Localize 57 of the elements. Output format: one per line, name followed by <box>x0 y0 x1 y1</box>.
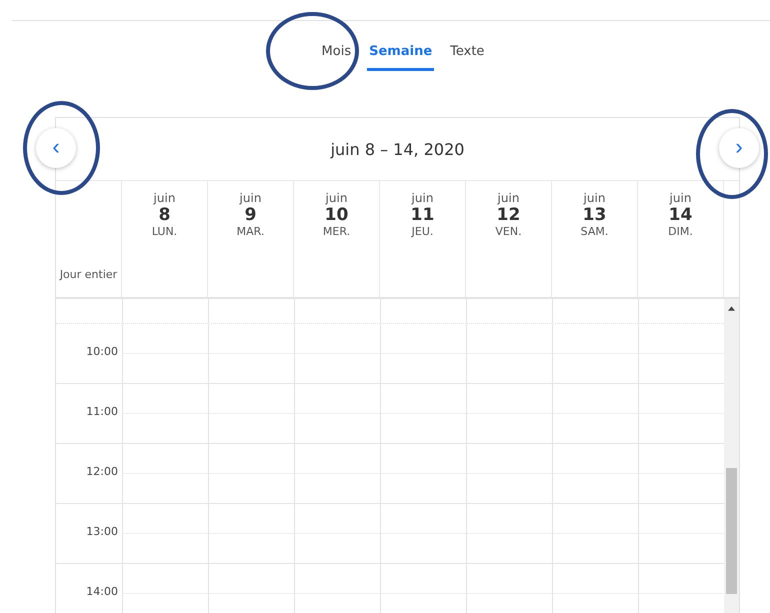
all-day-label: Jour entier <box>60 268 118 281</box>
time-slot[interactable] <box>552 504 638 563</box>
time-label: 11:00 <box>86 405 118 418</box>
time-slot[interactable] <box>294 444 380 503</box>
time-slot[interactable] <box>208 324 294 383</box>
time-slot[interactable] <box>380 564 466 613</box>
time-slot[interactable] <box>294 324 380 383</box>
day-header: juin 10 MER. <box>294 181 380 297</box>
view-tab[interactable]: Texte <box>448 35 486 71</box>
day-header: juin 14 DIM. <box>638 181 724 297</box>
day-header: juin 12 VEN. <box>466 181 552 297</box>
day-header: juin 13 SAM. <box>552 181 638 297</box>
time-slot[interactable] <box>380 384 466 443</box>
time-slot[interactable] <box>122 324 208 383</box>
time-slot[interactable] <box>294 564 380 613</box>
day-header: juin 8 LUN. <box>122 181 208 297</box>
week-title: juin 8 – 14, 2020 <box>330 140 464 158</box>
next-button[interactable]: › <box>719 128 759 168</box>
time-slot[interactable] <box>552 444 638 503</box>
previous-button[interactable]: ‹ <box>36 128 76 168</box>
scroll-up-icon[interactable] <box>728 306 735 311</box>
time-slot[interactable] <box>380 444 466 503</box>
time-slot[interactable] <box>122 504 208 563</box>
time-slot[interactable] <box>466 384 552 443</box>
time-slot[interactable] <box>208 504 294 563</box>
time-label: 14:00 <box>86 585 118 598</box>
time-slot[interactable] <box>552 324 638 383</box>
time-slot[interactable] <box>122 444 208 503</box>
time-slot[interactable] <box>638 564 724 613</box>
time-slot[interactable] <box>122 384 208 443</box>
time-label: 10:00 <box>86 345 118 358</box>
time-slot[interactable] <box>208 384 294 443</box>
time-slot[interactable] <box>552 564 638 613</box>
time-slot[interactable] <box>638 504 724 563</box>
day-header: juin 9 MAR. <box>208 181 294 297</box>
time-slot[interactable] <box>380 504 466 563</box>
time-slot[interactable] <box>466 504 552 563</box>
time-slot[interactable] <box>638 384 724 443</box>
time-slot[interactable] <box>466 564 552 613</box>
scrollbar[interactable] <box>724 299 739 613</box>
time-label: 13:00 <box>86 525 118 538</box>
time-slot[interactable] <box>122 564 208 613</box>
view-tab[interactable]: Semaine <box>367 35 434 71</box>
time-slot[interactable] <box>380 324 466 383</box>
time-label: 12:00 <box>86 465 118 478</box>
time-slot[interactable] <box>466 444 552 503</box>
time-slot[interactable] <box>208 444 294 503</box>
time-slot[interactable] <box>466 324 552 383</box>
time-slot[interactable] <box>638 324 724 383</box>
scrollbar-thumb[interactable] <box>726 468 737 594</box>
view-tab[interactable]: Mois <box>320 35 354 71</box>
time-slot[interactable] <box>638 444 724 503</box>
time-slot[interactable] <box>552 384 638 443</box>
day-header: juin 11 JEU. <box>380 181 466 297</box>
time-slot[interactable] <box>294 504 380 563</box>
time-slot[interactable] <box>294 384 380 443</box>
time-slot[interactable] <box>208 564 294 613</box>
